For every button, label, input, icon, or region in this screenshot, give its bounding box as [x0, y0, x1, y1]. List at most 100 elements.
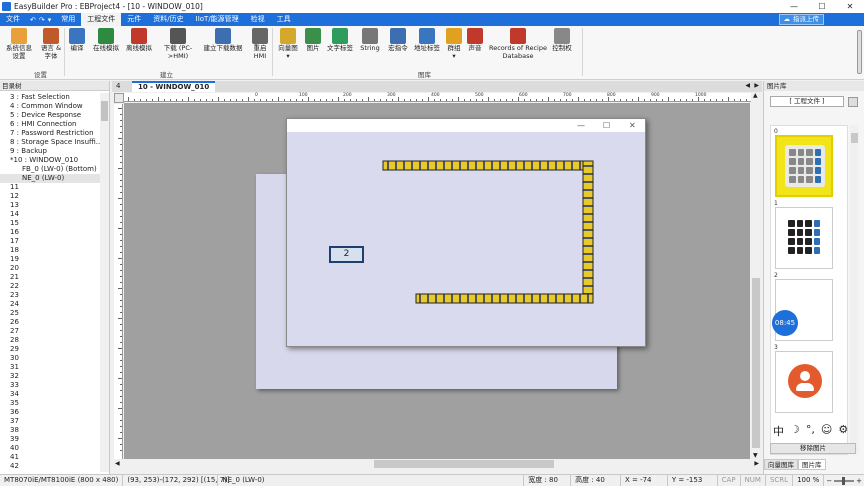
tab-scroll-right-icon[interactable]: ▶	[754, 82, 759, 89]
tree-item[interactable]: 9 : Backup	[0, 147, 100, 156]
canvas-vertical-scrollbar[interactable]: ▲ ▼	[751, 92, 761, 459]
compile-button[interactable]: 编译	[66, 28, 88, 53]
popup-close-button[interactable]: ✕	[629, 119, 636, 132]
library-menu-icon[interactable]	[848, 97, 858, 107]
tree-item[interactable]: 30	[0, 354, 100, 363]
close-button[interactable]: ✕	[836, 0, 864, 13]
scroll-down-icon[interactable]: ▼	[753, 452, 758, 459]
undo-icon[interactable]: ↶	[30, 16, 36, 24]
scroll-left-icon[interactable]: ◀	[115, 460, 120, 467]
tree-item[interactable]: 12	[0, 192, 100, 201]
tree-item[interactable]: 32	[0, 372, 100, 381]
tree-item[interactable]: 23	[0, 291, 100, 300]
tab-vector-library[interactable]: 向量图库	[764, 459, 798, 470]
vertical-scroll-thumb[interactable]	[752, 278, 760, 448]
tree-item[interactable]: 19	[0, 255, 100, 264]
tree-item[interactable]: 8 : Storage Space Insuffi...	[0, 138, 102, 147]
macro-button[interactable]: 宏指令	[385, 28, 411, 53]
library-scrollbar[interactable]	[850, 125, 859, 455]
text-label-button[interactable]: 文字标签	[325, 28, 355, 53]
control-button[interactable]: 控制权	[551, 28, 573, 53]
tab-window-010[interactable]: 10 - WINDOW_010	[132, 81, 216, 92]
tree-item[interactable]: 18	[0, 246, 100, 255]
upload-button[interactable]: ☁ 指派上传	[778, 14, 824, 25]
menu-objects[interactable]: 元件	[121, 13, 147, 26]
offline-simulation-button[interactable]: 离线模拟	[123, 28, 155, 53]
ime-moon-icon[interactable]: ☽	[790, 423, 800, 439]
zoom-in-icon[interactable]: +	[854, 477, 864, 485]
tree-item[interactable]: 33	[0, 381, 100, 390]
vector-picture-button[interactable]: 向量图 ▾	[276, 28, 300, 60]
string-button[interactable]: String	[357, 28, 383, 53]
library-selector[interactable]: [ 工程文件 ]	[770, 96, 844, 107]
ime-chinese-icon[interactable]: 中	[773, 423, 784, 439]
tree-item[interactable]: 25	[0, 309, 100, 318]
remove-picture-button[interactable]: 移除图片	[770, 443, 856, 454]
tree-scroll-thumb[interactable]	[101, 101, 108, 121]
tree-item[interactable]: NE_0 (LW-0)	[0, 174, 100, 183]
zoom-slider-thumb[interactable]	[842, 476, 846, 485]
tree-scrollbar[interactable]	[100, 93, 109, 472]
address-tag-button[interactable]: 地址标签	[412, 28, 442, 53]
library-scroll-thumb[interactable]	[851, 133, 858, 143]
menu-project[interactable]: 工程文件	[81, 13, 122, 26]
ime-punct-icon[interactable]: °,	[806, 423, 815, 439]
tree-item[interactable]: 24	[0, 300, 100, 309]
tree-item[interactable]: 4 : Common Window	[0, 102, 100, 111]
tree-item[interactable]: 40	[0, 444, 100, 453]
menu-home[interactable]: 常用	[55, 13, 81, 26]
ime-settings-icon[interactable]: ⚙	[838, 423, 848, 439]
ime-emoji-icon[interactable]: ☺	[821, 423, 832, 439]
zoom-slider[interactable]	[834, 476, 855, 485]
picture-thumbnail[interactable]: 1	[771, 200, 847, 269]
maximize-button[interactable]: ☐	[808, 0, 836, 13]
tree-item[interactable]: 22	[0, 282, 100, 291]
build-download-data-button[interactable]: 建立下载数据	[201, 28, 245, 53]
tree-item[interactable]: 7 : Password Restriction	[0, 129, 100, 138]
tree-item[interactable]: 42	[0, 462, 100, 471]
zoom-out-icon[interactable]: −	[824, 477, 834, 485]
redo-icon[interactable]: ↷	[39, 16, 45, 24]
tab-scroll-left-icon[interactable]: ◀	[745, 82, 750, 89]
numeric-display[interactable]: 2	[329, 246, 364, 263]
tree-item[interactable]: 37	[0, 417, 100, 426]
menu-view[interactable]: 检视	[245, 13, 271, 26]
tree-item[interactable]: 34	[0, 390, 100, 399]
pipe-object[interactable]	[382, 160, 594, 304]
tree-item[interactable]: 29	[0, 345, 100, 354]
tree-item[interactable]: 6 : HMI Connection	[0, 120, 100, 129]
horizontal-scroll-thumb[interactable]	[374, 460, 554, 468]
popup-minimize-button[interactable]: —	[577, 119, 585, 132]
tree-item[interactable]: FB_0 (LW-0) (Bottom)	[0, 165, 100, 174]
sound-button[interactable]: 声音	[466, 28, 484, 53]
picture-thumbnail[interactable]: 0	[771, 128, 847, 197]
tree-item[interactable]: 13	[0, 201, 100, 210]
tree-item[interactable]: 17	[0, 237, 100, 246]
tree-item[interactable]: 14	[0, 210, 100, 219]
tree-item[interactable]: 26	[0, 318, 100, 327]
tree-item[interactable]: 31	[0, 363, 100, 372]
minimize-button[interactable]: —	[780, 0, 808, 13]
tab-picture-library[interactable]: 图片库	[798, 459, 826, 470]
tree-item[interactable]: 5 : Device Response	[0, 111, 100, 120]
tree-item[interactable]: 28	[0, 336, 100, 345]
canvas-horizontal-scrollbar[interactable]: ◀ ▶	[114, 459, 760, 469]
tree-item[interactable]: 36	[0, 408, 100, 417]
tree-item[interactable]: 21	[0, 273, 100, 282]
tree-item[interactable]: 35	[0, 399, 100, 408]
language-font-button[interactable]: 语言 & 字体	[37, 28, 65, 60]
popup-maximize-button[interactable]: ☐	[603, 119, 610, 132]
tree-item[interactable]: 41	[0, 453, 100, 462]
tree-item[interactable]: 3 : Fast Selection	[0, 93, 100, 102]
recipe-records-button[interactable]: Records of Recipe Database	[487, 28, 549, 60]
tree-item[interactable]: 15	[0, 219, 100, 228]
menu-file[interactable]: 文件	[0, 13, 26, 26]
ribbon-scrollbar[interactable]	[857, 30, 862, 74]
picture-button[interactable]: 图片	[302, 28, 324, 53]
system-settings-button[interactable]: 系统信息 设置	[4, 28, 34, 60]
scroll-up-icon[interactable]: ▲	[753, 92, 758, 99]
menu-tools[interactable]: 工具	[271, 13, 297, 26]
menu-data-history[interactable]: 资料/历史	[147, 13, 189, 26]
group-button[interactable]: 群组 ▾	[444, 28, 464, 60]
tree-item[interactable]: 11	[0, 183, 100, 192]
